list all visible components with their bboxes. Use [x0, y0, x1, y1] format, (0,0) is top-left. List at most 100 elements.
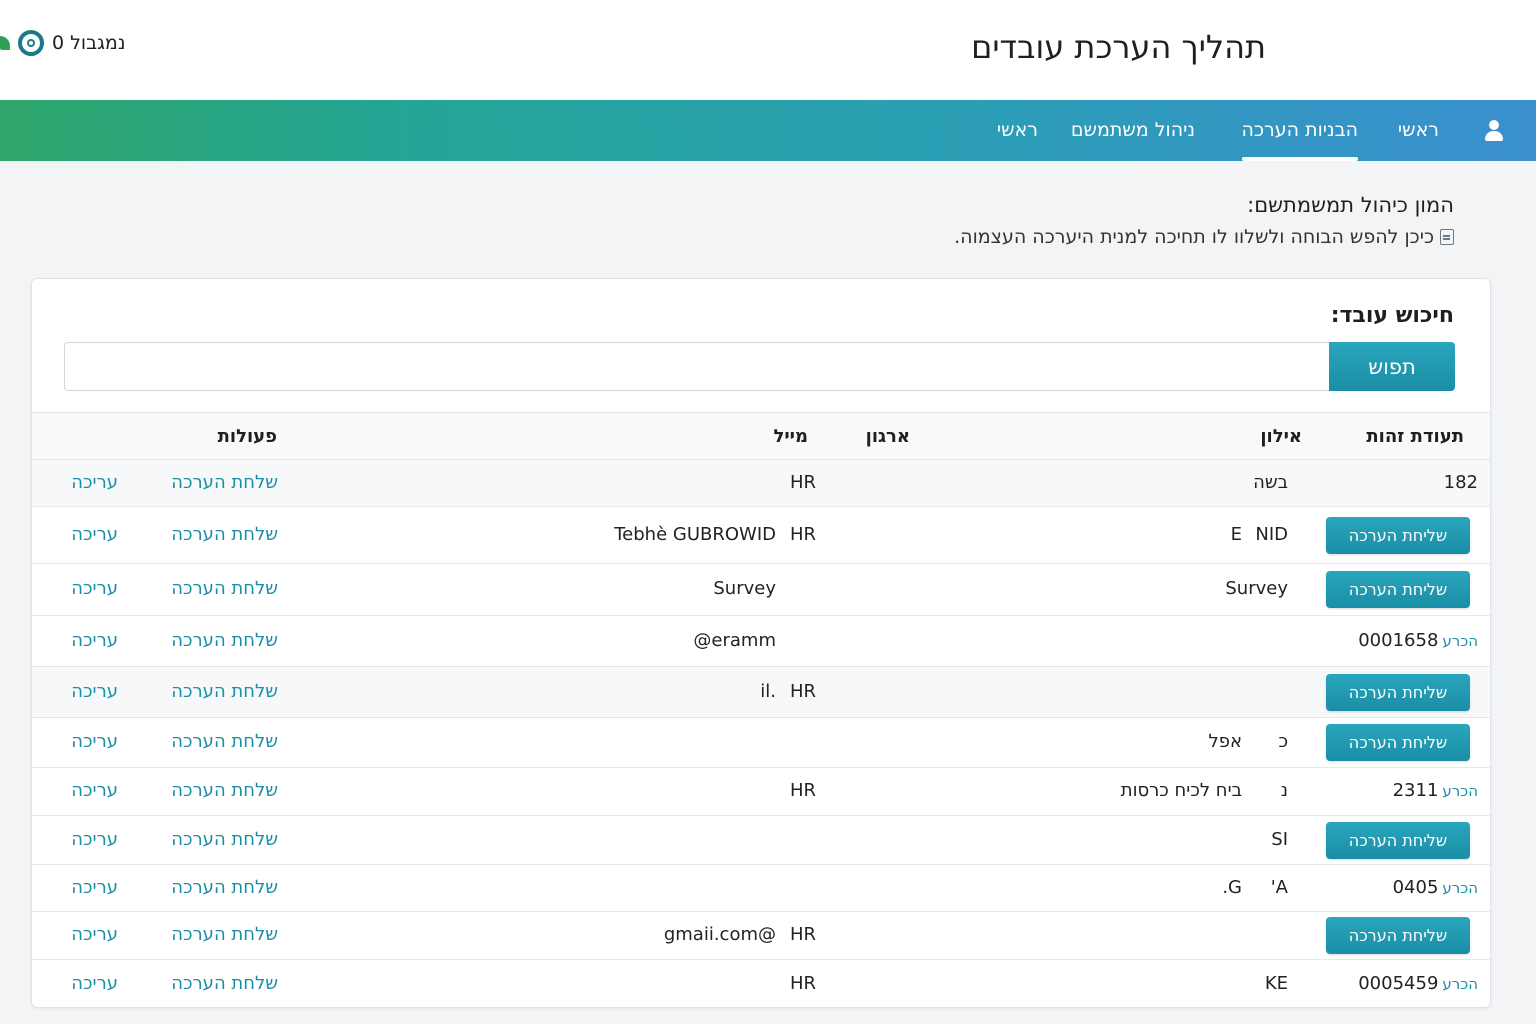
header-id: תעודת זהות: [1366, 426, 1464, 447]
edit-link[interactable]: עריכה: [71, 924, 118, 945]
row-phone: A': [1270, 877, 1288, 898]
row-phone: SI: [1271, 829, 1288, 850]
send-evaluation-link[interactable]: שלחת הערכה: [171, 780, 278, 801]
row-extra: E: [1230, 524, 1242, 545]
row-mail-cell: Survey: [713, 578, 776, 599]
nav-item-evaluation-templates[interactable]: הבניות הערכה: [1241, 100, 1359, 161]
row-org: HR: [789, 472, 816, 493]
search-button[interactable]: תפוש: [1329, 342, 1455, 391]
table-row: הכרע0005459 KE HR שלחת הערכה עריכה: [32, 960, 1490, 1007]
page-title: תהליך הערכת עובדים: [971, 28, 1266, 66]
header-actions: פעולות: [217, 426, 277, 447]
row-id-cell: הכרע0405: [1393, 877, 1478, 898]
row-phone: KE: [1264, 973, 1288, 994]
send-evaluation-link[interactable]: שלחת הערכה: [171, 973, 278, 994]
table-row: 182 בשה HR שלחת הערכה עריכה: [32, 460, 1490, 507]
row-id: 0001658: [1358, 630, 1439, 651]
edit-link[interactable]: עריכה: [71, 780, 118, 801]
row-mail: Survey: [713, 578, 776, 599]
edit-link[interactable]: עריכה: [71, 472, 118, 493]
table-row: הכרע0001658 eramm@ שלחת הערכה עריכה: [32, 616, 1490, 667]
status-indicator: נמגבול 0: [0, 30, 125, 56]
status-text: נמגבול 0: [52, 32, 126, 54]
row-tag: הכרע: [1442, 632, 1478, 650]
row-org: HR: [789, 681, 816, 702]
send-evaluation-link[interactable]: שלחת הערכה: [171, 731, 278, 752]
row-org: HR: [789, 924, 816, 945]
row-phone: Survey: [1225, 578, 1288, 599]
row-org: HR: [789, 524, 816, 545]
row-id: 0005459: [1358, 973, 1439, 994]
table-row: שליחת הערכה HR .il שלחת הערכה עריכה: [32, 667, 1490, 718]
send-evaluation-link[interactable]: שלחת הערכה: [171, 630, 278, 651]
search-input[interactable]: [64, 342, 1330, 391]
send-evaluation-button[interactable]: שליחת הערכה: [1326, 674, 1470, 711]
nav-item-home[interactable]: ראשי: [1398, 100, 1439, 161]
row-mail-cell: eramm@: [693, 630, 776, 651]
send-evaluation-button[interactable]: שליחת הערכה: [1326, 517, 1470, 554]
edit-link[interactable]: עריכה: [71, 578, 118, 599]
edit-link[interactable]: עריכה: [71, 877, 118, 898]
row-tag: הכרע: [1442, 879, 1478, 897]
row-org: HR: [789, 973, 816, 994]
ring-icon[interactable]: [18, 30, 44, 56]
table-row: הכרע0405 A' G. שלחת הערכה עריכה: [32, 865, 1490, 912]
edit-link[interactable]: עריכה: [71, 681, 118, 702]
table-row: שליחת הערכה SI שלחת הערכה עריכה: [32, 816, 1490, 865]
row-mail-cell: Tebhè GUBROWID: [614, 524, 776, 545]
table-row: שליחת הערכה HR @gmaii.com שלחת הערכה עריכה: [32, 912, 1490, 960]
edit-link[interactable]: עריכה: [71, 630, 118, 651]
row-id-cell: הכרע0005459: [1358, 973, 1478, 994]
table-header: תעודת זהות אילון ארגון מייל פעולות: [32, 412, 1490, 460]
employee-search-card: חיכוש עובד: תפוש תעודת זהות אילון ארגון …: [31, 278, 1491, 1008]
row-id-cell: הכרע2311: [1393, 780, 1478, 801]
send-evaluation-link[interactable]: שלחת הערכה: [171, 681, 278, 702]
user-icon[interactable]: [1484, 120, 1504, 142]
row-extra: G.: [1222, 877, 1242, 898]
send-evaluation-link[interactable]: שלחת הערכה: [171, 877, 278, 898]
header-phone: אילון: [1260, 426, 1302, 447]
row-extra: ביח לכיח כרסות: [1120, 780, 1242, 801]
edit-link[interactable]: עריכה: [71, 829, 118, 850]
send-evaluation-link[interactable]: שלחת הערכה: [171, 578, 278, 599]
row-extra: אפל: [1208, 731, 1242, 752]
row-tag: הכרע: [1442, 782, 1478, 800]
row-mail: @gmaii.com: [663, 924, 776, 945]
intro-title: המון כיהול תמשמתשם:: [1247, 193, 1454, 217]
row-phone: NID: [1255, 524, 1288, 545]
row-id-cell: הכרע0001658: [1358, 630, 1478, 651]
row-mail-cell: @gmaii.com: [664, 924, 776, 945]
row-id: 2311: [1392, 780, 1439, 801]
row-phone: בשה: [1253, 472, 1288, 493]
nav-item-user-management[interactable]: ניהול משתמשם: [1071, 100, 1195, 161]
send-evaluation-link[interactable]: שלחת הערכה: [171, 924, 278, 945]
navbar: ראשי הבניות הערכה ניהול משתמשם ראשי: [0, 100, 1536, 161]
intro-description: כיכן להפש הבוחה ולשלוו לו תחיכה למנית הי…: [954, 226, 1454, 248]
send-evaluation-button[interactable]: שליחת הערכה: [1326, 917, 1470, 954]
leaf-icon: [0, 36, 10, 50]
send-evaluation-link[interactable]: שלחת הערכה: [171, 829, 278, 850]
send-evaluation-button[interactable]: שליחת הערכה: [1326, 724, 1470, 761]
send-evaluation-button[interactable]: שליחת הערכה: [1326, 571, 1470, 608]
top-header: נמגבול 0 תהליך הערכת עובדים: [0, 0, 1536, 100]
send-evaluation-link[interactable]: שלחת הערכה: [171, 472, 278, 493]
send-evaluation-link[interactable]: שלחת הערכה: [171, 524, 278, 545]
search-label: חיכוש עובד:: [1330, 303, 1454, 328]
row-tag: הכרע: [1442, 975, 1478, 993]
row-mail: Tebhè GUBROWID: [614, 524, 776, 545]
header-mail: מייל: [773, 426, 808, 447]
send-evaluation-button[interactable]: שליחת הערכה: [1326, 822, 1470, 859]
edit-link[interactable]: עריכה: [71, 524, 118, 545]
edit-link[interactable]: עריכה: [71, 973, 118, 994]
row-phone: כ: [1278, 731, 1288, 752]
edit-link[interactable]: עריכה: [71, 731, 118, 752]
table-row: שליחת הערכה כ אפל שלחת הערכה עריכה: [32, 718, 1490, 768]
document-icon: [1440, 229, 1454, 245]
row-mail: .il: [760, 681, 776, 702]
row-phone: נ: [1280, 780, 1288, 801]
table-row: הכרע2311 נ ביח לכיח כרסות HR שלחת הערכה עריכה: [32, 768, 1490, 816]
header-org: ארגון: [865, 426, 910, 447]
row-mail: eramm@: [693, 630, 776, 651]
row-id-cell: 182: [1444, 472, 1478, 493]
nav-item-home-secondary[interactable]: ראשי: [997, 100, 1038, 161]
